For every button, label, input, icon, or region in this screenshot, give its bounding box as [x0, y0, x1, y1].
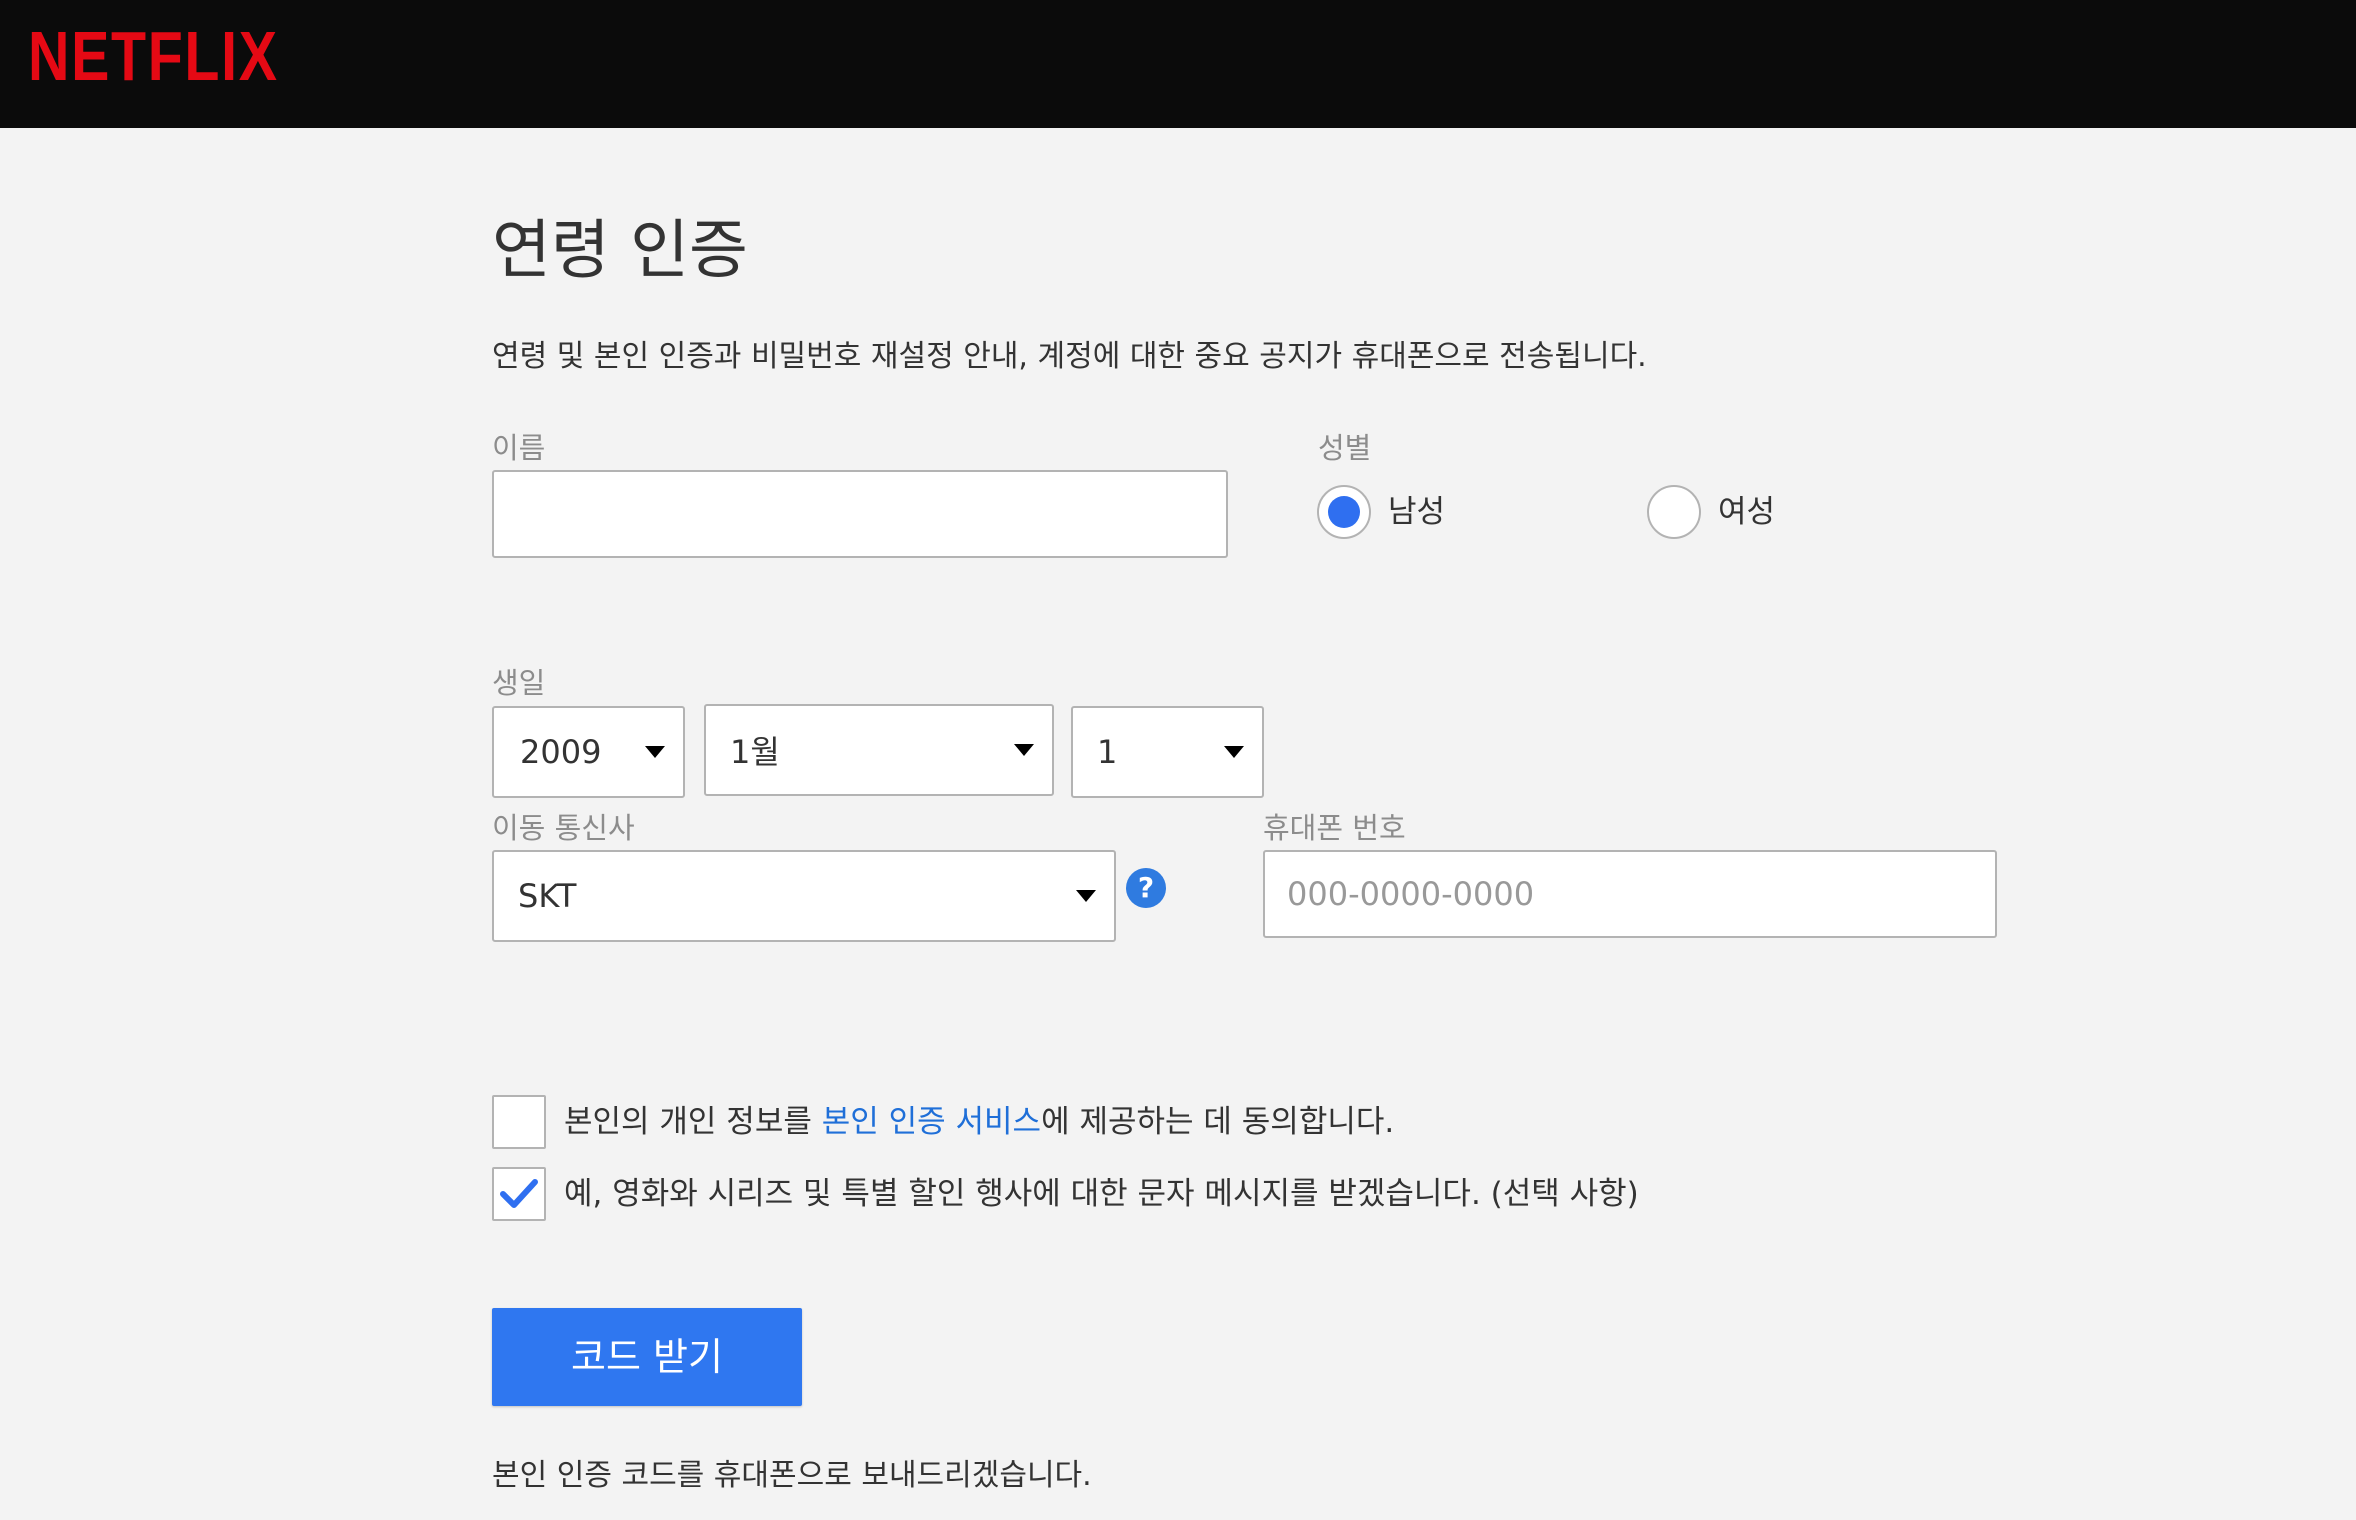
radio-selected-dot	[1328, 496, 1360, 528]
identity-service-link[interactable]: 본인 인증 서비스	[822, 1104, 1041, 1140]
question-icon[interactable]: ?	[1126, 868, 1166, 908]
chevron-down-icon	[645, 746, 665, 758]
checkmark-icon	[500, 1179, 538, 1208]
carrier-value: SKT	[518, 877, 577, 915]
code-note: 본인 인증 코드를 휴대폰으로 보내드리겠습니다.	[492, 1458, 1092, 1493]
phone-field[interactable]: 000-0000-0000	[1263, 850, 1997, 938]
phone-placeholder: 000-0000-0000	[1287, 875, 1535, 913]
sms-optin-checkbox[interactable]	[492, 1167, 546, 1221]
consent-text: 본인의 개인 정보를 본인 인증 서비스에 제공하는 데 동의합니다.	[564, 1100, 1394, 1144]
gender-radio-female[interactable]	[1647, 485, 1701, 539]
chevron-down-icon	[1224, 746, 1244, 758]
netflix-logo[interactable]: NETFLIX	[28, 14, 279, 98]
sms-optin-text: 예, 영화와 시리즈 및 특별 할인 행사에 대한 문자 메시지를 받겠습니다.…	[564, 1176, 1639, 1212]
get-code-button[interactable]: 코드 받기	[492, 1308, 802, 1406]
gender-radio-male[interactable]	[1317, 485, 1371, 539]
birth-month-select[interactable]: 1월	[704, 704, 1054, 796]
birth-day-select[interactable]: 1	[1071, 706, 1264, 798]
carrier-label: 이동 통신사	[492, 811, 635, 845]
gender-male-label[interactable]: 남성	[1388, 490, 1445, 534]
consent-text-before: 본인의 개인 정보를	[564, 1104, 822, 1140]
birth-day-value: 1	[1097, 733, 1118, 771]
page-subtitle: 연령 및 본인 인증과 비밀번호 재설정 안내, 계정에 대한 중요 공지가 휴…	[492, 339, 1647, 374]
consent-text-after: 에 제공하는 데 동의합니다.	[1041, 1104, 1395, 1140]
top-bar: NETFLIX	[0, 0, 2356, 128]
gender-female-label[interactable]: 여성	[1718, 490, 1775, 534]
carrier-select[interactable]: SKT	[492, 850, 1116, 942]
birthday-label: 생일	[492, 666, 546, 700]
birth-year-value: 2009	[520, 733, 602, 771]
consent-checkbox[interactable]	[492, 1095, 546, 1149]
chevron-down-icon	[1076, 890, 1096, 902]
phone-label: 휴대폰 번호	[1263, 811, 1406, 845]
name-label: 이름	[492, 431, 546, 465]
chevron-down-icon	[1014, 744, 1034, 756]
gender-label: 성별	[1318, 431, 1372, 465]
birth-month-value: 1월	[730, 733, 780, 771]
page-title: 연령 인증	[492, 214, 748, 288]
birth-year-select[interactable]: 2009	[492, 706, 685, 798]
name-field[interactable]	[492, 470, 1228, 558]
